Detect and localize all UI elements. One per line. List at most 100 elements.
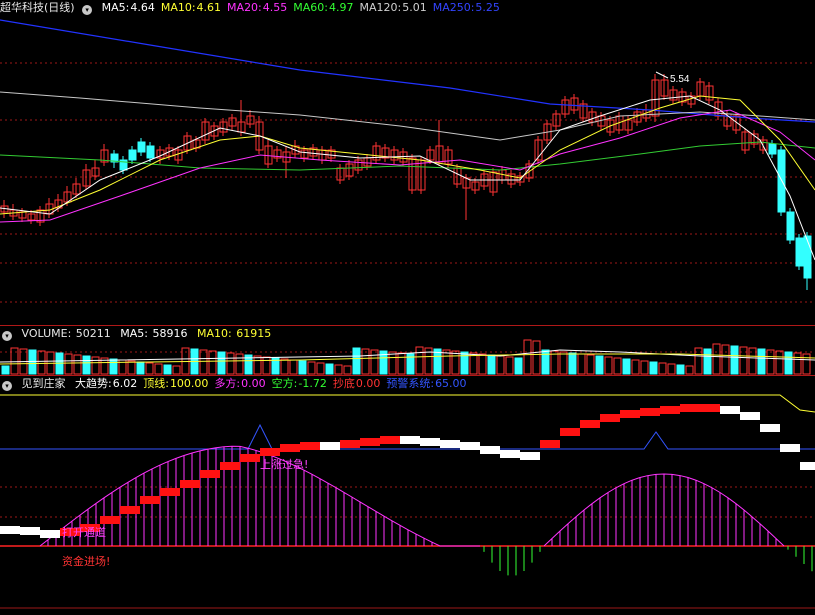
trend-up-block [580,420,600,428]
volume-bar [298,360,307,375]
volume-bar [235,353,244,375]
volume-bar [757,348,766,375]
trend-down-block [40,530,60,538]
volume-bar [262,356,271,375]
trend-down-block [400,436,420,444]
trend-up-block [280,444,300,452]
volume-bar [343,365,352,375]
volume-bar [136,361,145,375]
trend-down-block [780,444,800,452]
volume-bar [559,351,568,375]
volume-bar [595,355,604,375]
volume-bar [775,350,784,375]
volume-bar [469,352,478,375]
trend-down-block [460,442,480,450]
volume-bar [586,354,595,375]
trend-down-block [0,526,20,534]
volume-bar [730,345,739,375]
volume-bar [316,362,325,375]
volume-bar [307,361,316,375]
volume-bar [532,340,541,375]
trend-up-block [100,516,120,524]
volume-bar [127,360,136,375]
volume-bar [685,365,694,375]
trend-up-block [180,480,200,488]
volume-bar [676,364,685,375]
volume-bar [397,352,406,375]
volume-bar [703,348,712,375]
candle-body [786,211,795,241]
funds-enter-label: 资金进场! [62,555,111,568]
trend-up-block [560,428,580,436]
trend-down-block [500,450,520,458]
volume-bar [289,359,298,375]
trend-up-block [260,448,280,456]
volume-bar [172,365,181,375]
volume-bar [64,353,73,375]
trend-up-block [640,408,660,416]
volume-bar [496,355,505,375]
ma5-line [0,95,815,261]
trend-down-block [480,446,500,454]
trend-up-block [360,438,380,446]
volume-bar [73,354,82,375]
trend-up-block [300,442,320,450]
trend-up-block [160,488,180,496]
trend-down-block [20,527,40,535]
volume-bar [793,352,802,375]
volume-bar [28,349,37,375]
volume-bar [604,356,613,375]
open-channel-label: 打开通道 [62,526,106,539]
volume-bar [667,363,676,375]
volume-bar [505,356,514,375]
volume-bar [442,349,451,375]
volume-bar [145,362,154,375]
trend-up-block [220,462,240,470]
volume-bar [802,353,811,375]
trend-up-block [540,440,560,448]
volume-bar [739,346,748,375]
trend-up-block [240,454,260,462]
volume-bar [658,362,667,375]
volume-bar [514,357,523,375]
volume-bar [523,339,532,375]
volume-bar [280,358,289,375]
trend-down-block [740,412,760,420]
trend-up-block [340,440,360,448]
trend-up-block [660,406,680,414]
candle-body [146,145,155,159]
volume-bar [253,355,262,375]
volume-bar [766,349,775,375]
volume-bar [1,365,10,375]
high-price-label: 5.54 [670,74,690,85]
volume-bar [82,355,91,375]
trend-up-block [700,404,720,412]
trend-up-block [600,414,620,422]
volume-bar [352,347,361,375]
trend-up-block [380,436,400,444]
volume-bar [217,351,226,375]
volume-bar [640,360,649,375]
volume-bar [712,343,721,375]
volume-bar [163,364,172,375]
volume-bar [154,363,163,375]
trend-down-block [800,462,815,470]
trend-up-block [680,404,700,412]
volume-bar [199,349,208,375]
trend-down-block [520,452,540,460]
stock-chart[interactable]: 5.54 [0,0,815,615]
volume-bar [478,353,487,375]
candle-body [803,235,812,279]
volume-bar [226,352,235,375]
volume-bar [370,349,379,375]
volume-bar [721,344,730,375]
volume-bar [487,354,496,375]
trend-down-block [760,424,780,432]
high-pointer [655,71,669,79]
volume-bar [37,350,46,375]
trend-up-block [620,410,640,418]
volume-bar [415,346,424,375]
volume-bar [631,359,640,375]
volume-bar [451,350,460,375]
volume-bar [91,356,100,375]
